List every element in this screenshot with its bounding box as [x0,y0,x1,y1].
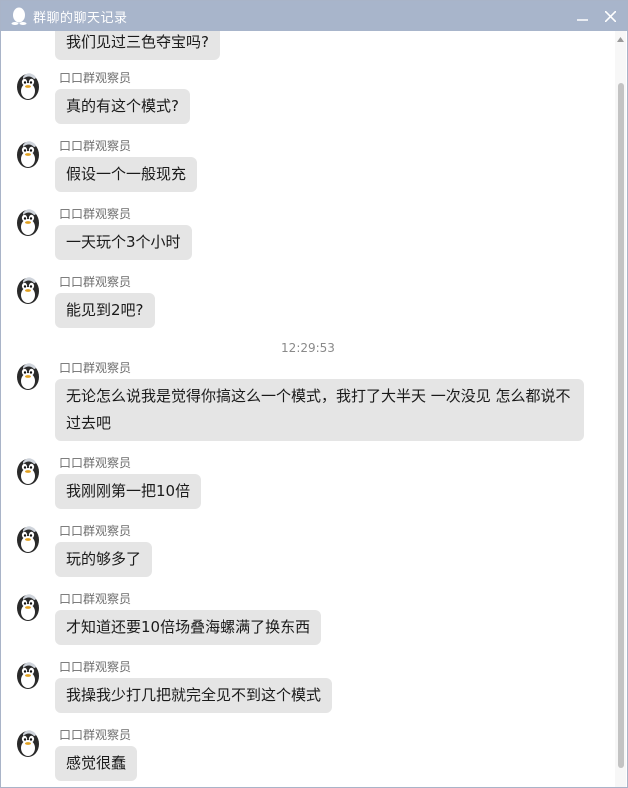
message-bubble[interactable]: 一天玩个3个小时 [55,225,192,260]
title-bar[interactable]: 群聊的聊天记录 [1,1,627,31]
avatar[interactable] [13,592,43,622]
window-title: 群聊的聊天记录 [33,10,128,26]
chat-history-window: 群聊的聊天记录 我们见过三色夺宝吗? 口口群观察员 真的有这个模式? 口口群观察… [0,0,628,788]
avatar[interactable] [13,660,43,690]
chat-message-list[interactable]: 我们见过三色夺宝吗? 口口群观察员 真的有这个模式? 口口群观察员 假设一个一般… [1,31,615,787]
avatar[interactable] [13,524,43,554]
message-bubble[interactable]: 感觉很蠢 [55,746,138,781]
minimize-icon [576,7,588,26]
minimize-button[interactable] [567,1,597,31]
sender-name: 口口群观察员 [59,524,132,538]
sender-name: 口口群观察员 [59,139,132,153]
sender-name: 口口群观察员 [59,456,132,470]
avatar[interactable] [13,139,43,169]
message-bubble[interactable]: 我操我少打几把就完全见不到这个模式 [55,678,333,713]
sender-name: 口口群观察员 [59,275,132,289]
avatar[interactable] [13,728,43,758]
sender-name: 口口群观察员 [59,361,132,375]
avatar[interactable] [13,207,43,237]
penguin-icon [8,5,30,27]
message-bubble[interactable]: 才知道还要10倍场叠海螺满了换东西 [55,610,322,645]
avatar[interactable] [13,361,43,391]
message-bubble[interactable]: 真的有这个模式? [55,89,190,124]
scroll-up-arrow-icon[interactable] [616,35,625,44]
message-bubble[interactable]: 我刚刚第一把10倍 [55,474,202,509]
sender-name: 口口群观察员 [59,728,132,742]
scrollbar-thumb[interactable] [618,83,624,768]
close-icon [603,7,617,26]
sender-name: 口口群观察员 [59,71,132,85]
message-timestamp: 12:29:53 [281,341,335,355]
message-bubble[interactable]: 能见到2吧? [55,293,155,328]
message-bubble[interactable]: 我们见过三色夺宝吗? [55,31,220,60]
close-button[interactable] [595,1,625,31]
avatar[interactable] [13,456,43,486]
sender-name: 口口群观察员 [59,592,132,606]
message-bubble[interactable]: 无论怎么说我是觉得你搞这么一个模式，我打了大半天 一次没见 怎么都说不过去吧 [55,379,584,441]
message-bubble[interactable]: 玩的够多了 [55,542,153,577]
sender-name: 口口群观察员 [59,207,132,221]
sender-name: 口口群观察员 [59,660,132,674]
avatar[interactable] [13,71,43,101]
avatar[interactable] [13,275,43,305]
message-bubble[interactable]: 假设一个一般现充 [55,157,198,192]
